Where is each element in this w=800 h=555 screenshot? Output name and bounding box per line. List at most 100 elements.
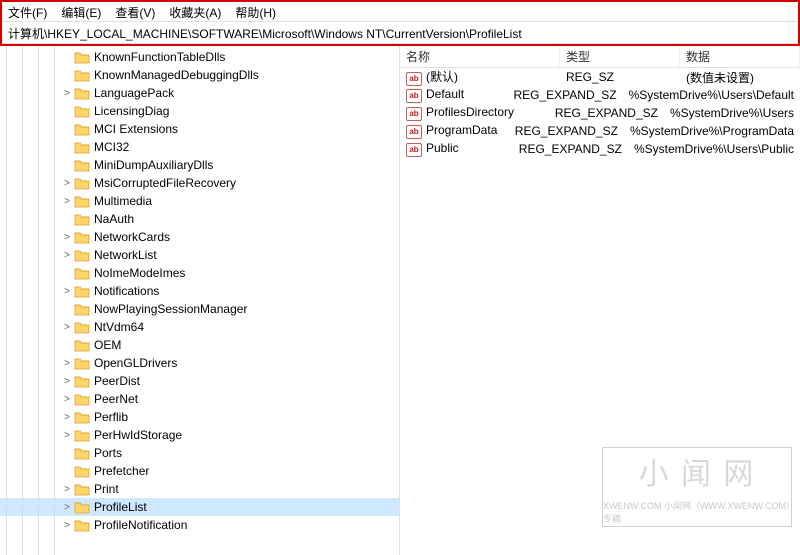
value-name: ProfilesDirectory [426,105,514,119]
tree-item[interactable]: > NtVdm64 [0,318,399,336]
expander-icon[interactable]: > [62,394,72,405]
value-name-cell: abPublic [400,141,513,157]
menu-file[interactable]: 文件(F) [8,4,47,19]
tree-item[interactable]: >ProfileList [0,498,399,516]
tree-item[interactable]: >Prefetcher [0,462,399,480]
folder-icon [74,86,90,100]
column-type[interactable]: 类型 [560,46,680,67]
expander-icon[interactable]: > [62,232,72,243]
tree-pane[interactable]: >KnownFunctionTableDlls>KnownManagedDebu… [0,46,400,555]
tree-item[interactable]: > Multimedia [0,192,399,210]
menu-help[interactable]: 帮助(H) [235,4,276,19]
value-name: ProgramData [426,123,497,137]
tree-item[interactable]: >NoImeModeImes [0,264,399,282]
value-name: (默认) [426,70,458,84]
tree-item[interactable]: >NowPlayingSessionManager [0,300,399,318]
tree-item[interactable]: >Print [0,480,399,498]
tree-item[interactable]: >Notifications [0,282,399,300]
value-type-cell: REG_EXPAND_SZ [509,124,624,138]
list-item[interactable]: abPublicREG_EXPAND_SZ%SystemDrive%\Users… [400,140,800,158]
list-item[interactable]: abProgramDataREG_EXPAND_SZ%SystemDrive%\… [400,122,800,140]
tree-item[interactable]: >NetworkCards [0,228,399,246]
tree-item[interactable]: >MCI32 [0,138,399,156]
tree-item[interactable]: > PerHwIdStorage [0,426,399,444]
expander-icon[interactable]: > [62,502,72,513]
list-item[interactable]: abProfilesDirectoryREG_EXPAND_SZ%SystemD… [400,104,800,122]
tree-item[interactable]: >KnownManagedDebuggingDlls [0,66,399,84]
menu-view[interactable]: 查看(V) [115,4,155,19]
tree-item[interactable]: > PeerNet [0,390,399,408]
expander-icon[interactable]: > [62,412,72,423]
expander-icon[interactable]: > [62,376,72,387]
tree-item[interactable]: > LanguagePack [0,84,399,102]
expander-icon[interactable]: > [62,286,72,297]
value-name-cell: abDefault [400,87,507,103]
folder-icon [74,158,90,172]
folder-icon [74,194,90,208]
folder-icon [74,410,90,424]
menu-bar: 文件(F) 编辑(E) 查看(V) 收藏夹(A) 帮助(H) [2,2,798,22]
tree-item[interactable]: >Ports [0,444,399,462]
tree-item[interactable]: >OEM [0,336,399,354]
tree-item[interactable]: >MiniDumpAuxiliaryDlls [0,156,399,174]
column-name[interactable]: 名称 [400,46,560,67]
tree-item[interactable]: >LicensingDiag [0,102,399,120]
tree-item-label: MCI Extensions [94,122,178,136]
expander-icon[interactable]: > [62,520,72,531]
tree-item-label: MCI32 [94,140,129,154]
folder-icon [74,446,90,460]
tree-item[interactable]: >MCI Extensions [0,120,399,138]
column-data[interactable]: 数据 [680,46,800,67]
folder-icon [74,284,90,298]
value-type-cell: REG_EXPAND_SZ [513,142,628,156]
tree-item[interactable]: >Perflib [0,408,399,426]
expander-icon[interactable]: > [62,88,72,99]
tree-item-label: PeerDist [94,374,140,388]
folder-icon [74,302,90,316]
list-item[interactable]: abDefaultREG_EXPAND_SZ%SystemDrive%\User… [400,86,800,104]
registry-tree: >KnownFunctionTableDlls>KnownManagedDebu… [0,46,399,534]
expander-icon[interactable]: > [62,358,72,369]
tree-item[interactable]: >NaAuth [0,210,399,228]
folder-icon [74,122,90,136]
folder-icon [74,374,90,388]
expander-icon[interactable]: > [62,196,72,207]
tree-item[interactable]: > NetworkList [0,246,399,264]
tree-item-label: LanguagePack [94,86,174,100]
tree-item[interactable]: >OpenGLDrivers [0,354,399,372]
string-value-icon: ab [406,107,422,121]
tree-item[interactable]: >ProfileNotification [0,516,399,534]
value-data-cell: %SystemDrive%\ProgramData [624,124,800,138]
value-name-cell: ab(默认) [400,68,560,86]
tree-item-label: MsiCorruptedFileRecovery [94,176,236,190]
folder-icon [74,140,90,154]
address-bar[interactable]: 计算机\HKEY_LOCAL_MACHINE\SOFTWARE\Microsof… [2,22,798,44]
tree-item-label: PeerNet [94,392,138,406]
list-header[interactable]: 名称 类型 数据 [400,46,800,68]
watermark-subtext: XWENW.COM 小闻网（WWW.XWENW.COM）专稿 [603,499,791,525]
tree-item[interactable]: > MsiCorruptedFileRecovery [0,174,399,192]
tree-item-label: NetworkList [94,248,157,262]
tree-item-label: Multimedia [94,194,152,208]
folder-icon [74,50,90,64]
tree-item-label: NtVdm64 [94,320,144,334]
tree-item[interactable]: >KnownFunctionTableDlls [0,48,399,66]
tree-item-label: NaAuth [94,212,134,226]
expander-icon[interactable]: > [62,322,72,333]
tree-item-label: PerHwIdStorage [94,428,182,442]
folder-icon [74,500,90,514]
menu-edit[interactable]: 编辑(E) [61,4,101,19]
list-item[interactable]: ab(默认)REG_SZ(数值未设置) [400,68,800,86]
tree-item-label: Prefetcher [94,464,149,478]
folder-icon [74,248,90,262]
tree-item-label: KnownManagedDebuggingDlls [94,68,259,82]
expander-icon[interactable]: > [62,178,72,189]
folder-icon [74,320,90,334]
folder-icon [74,176,90,190]
expander-icon[interactable]: > [62,484,72,495]
folder-icon [74,428,90,442]
expander-icon[interactable]: > [62,250,72,261]
tree-item[interactable]: > PeerDist [0,372,399,390]
expander-icon[interactable]: > [62,430,72,441]
menu-favorites[interactable]: 收藏夹(A) [169,4,221,19]
